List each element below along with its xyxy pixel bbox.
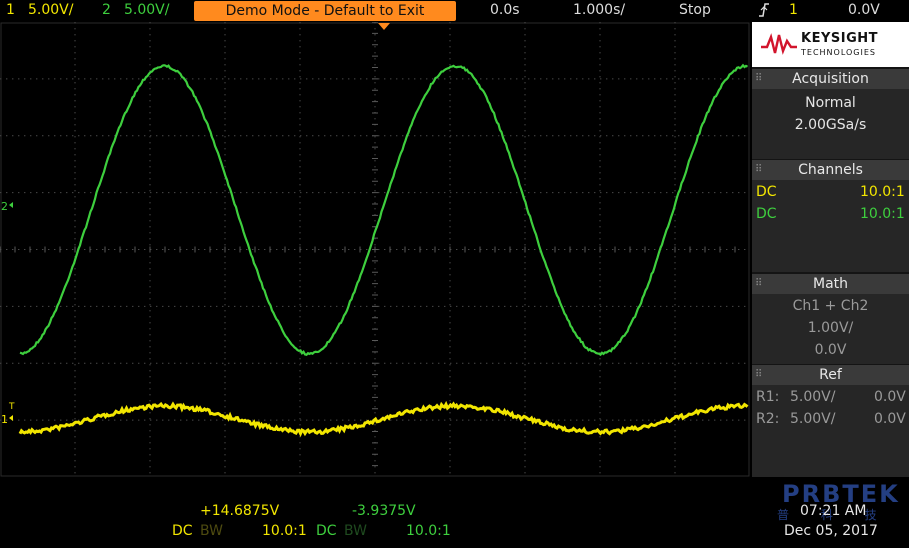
grip-icon: ⠿ <box>755 164 763 175</box>
ch1-probe: 10.0:1 <box>860 184 905 200</box>
run-state[interactable]: Stop <box>679 2 711 18</box>
demo-mode-banner[interactable]: Demo Mode - Default to Exit <box>194 1 456 21</box>
ch1-measurement[interactable]: +14.6875V <box>200 503 279 519</box>
ch2-probe-bottom[interactable]: 10.0:1 <box>406 523 451 539</box>
math-function: Ch1 + Ch2 <box>792 298 869 314</box>
channels-title: Channels <box>798 162 863 178</box>
ref-panel[interactable]: R1: 5.00V/ 0.0V R2: 5.00V/ 0.0V <box>752 385 909 477</box>
time-offset[interactable]: 0.0s <box>490 2 520 18</box>
sample-rate: 2.00GSa/s <box>794 117 867 133</box>
clock-time: 07:21 AM <box>800 503 867 519</box>
acquisition-panel[interactable]: Normal 2.00GSa/s <box>752 89 909 159</box>
ref1-label: R1: <box>756 389 780 405</box>
trigger-edge-icon <box>758 2 770 22</box>
ch2-scale[interactable]: 5.00V/ <box>124 2 169 18</box>
ref2-label: R2: <box>756 411 780 427</box>
math-title: Math <box>812 276 849 292</box>
side-panel: KEYSIGHT TECHNOLOGIES ⠿ Acquisition Norm… <box>752 22 909 477</box>
ch1-bw-limit[interactable]: BW <box>200 523 223 539</box>
ch1-probe-bottom[interactable]: 10.0:1 <box>262 523 307 539</box>
acquisition-mode: Normal <box>805 95 856 111</box>
acquisition-header[interactable]: ⠿ Acquisition <box>752 69 909 89</box>
ch2-coupling: DC <box>756 206 777 222</box>
grip-icon: ⠿ <box>755 73 763 84</box>
math-panel[interactable]: Ch1 + Ch2 1.00V/ 0.0V <box>752 294 909 364</box>
ref1-offset: 0.0V <box>874 389 906 405</box>
ch2-number[interactable]: 2 <box>102 2 111 18</box>
ch2-bw-limit[interactable]: BW <box>344 523 367 539</box>
logo-subtitle: TECHNOLOGIES <box>801 48 876 57</box>
ch2-measurement[interactable]: -3.9375V <box>352 503 416 519</box>
logo-name: KEYSIGHT <box>801 31 878 46</box>
clock-date: Dec 05, 2017 <box>784 523 878 539</box>
bottom-status-bar: +14.6875V -3.9375V DC BW 10.0:1 DC BW 10… <box>0 477 909 548</box>
channels-header[interactable]: ⠿ Channels <box>752 160 909 180</box>
grip-icon: ⠿ <box>755 369 763 380</box>
acquisition-title: Acquisition <box>792 71 869 87</box>
ch1-number[interactable]: 1 <box>6 2 15 18</box>
ch1-ground-marker[interactable]: 1 <box>1 413 8 426</box>
waveform-display[interactable]: 2 1 T <box>0 22 750 477</box>
ref2-offset: 0.0V <box>874 411 906 427</box>
time-scale[interactable]: 1.000s/ <box>573 2 625 18</box>
ref2-scale: 5.00V/ <box>790 411 836 427</box>
ch2-probe: 10.0:1 <box>860 206 905 222</box>
trigger-level-marker[interactable]: T <box>8 402 15 412</box>
math-header[interactable]: ⠿ Math <box>752 274 909 294</box>
trigger-source[interactable]: 1 <box>789 2 798 18</box>
ch1-scale[interactable]: 5.00V/ <box>28 2 73 18</box>
top-status-bar: 1 5.00V/ 2 5.00V/ Demo Mode - Default to… <box>0 0 909 22</box>
ch1-coupling: DC <box>756 184 777 200</box>
channels-panel[interactable]: DC 10.0:1 DC 10.0:1 <box>752 180 909 272</box>
math-offset: 0.0V <box>814 342 847 358</box>
ref-title: Ref <box>819 367 842 383</box>
ch2-ground-marker[interactable]: 2 <box>1 200 8 213</box>
math-scale: 1.00V/ <box>807 320 854 336</box>
trigger-level[interactable]: 0.0V <box>848 2 880 18</box>
ref1-scale: 5.00V/ <box>790 389 836 405</box>
ch1-coupling-bottom[interactable]: DC <box>172 523 193 539</box>
keysight-wave-icon <box>761 33 797 55</box>
ch2-coupling-bottom[interactable]: DC <box>316 523 337 539</box>
ref-header[interactable]: ⠿ Ref <box>752 365 909 385</box>
grip-icon: ⠿ <box>755 278 763 289</box>
keysight-logo: KEYSIGHT TECHNOLOGIES <box>752 22 909 67</box>
